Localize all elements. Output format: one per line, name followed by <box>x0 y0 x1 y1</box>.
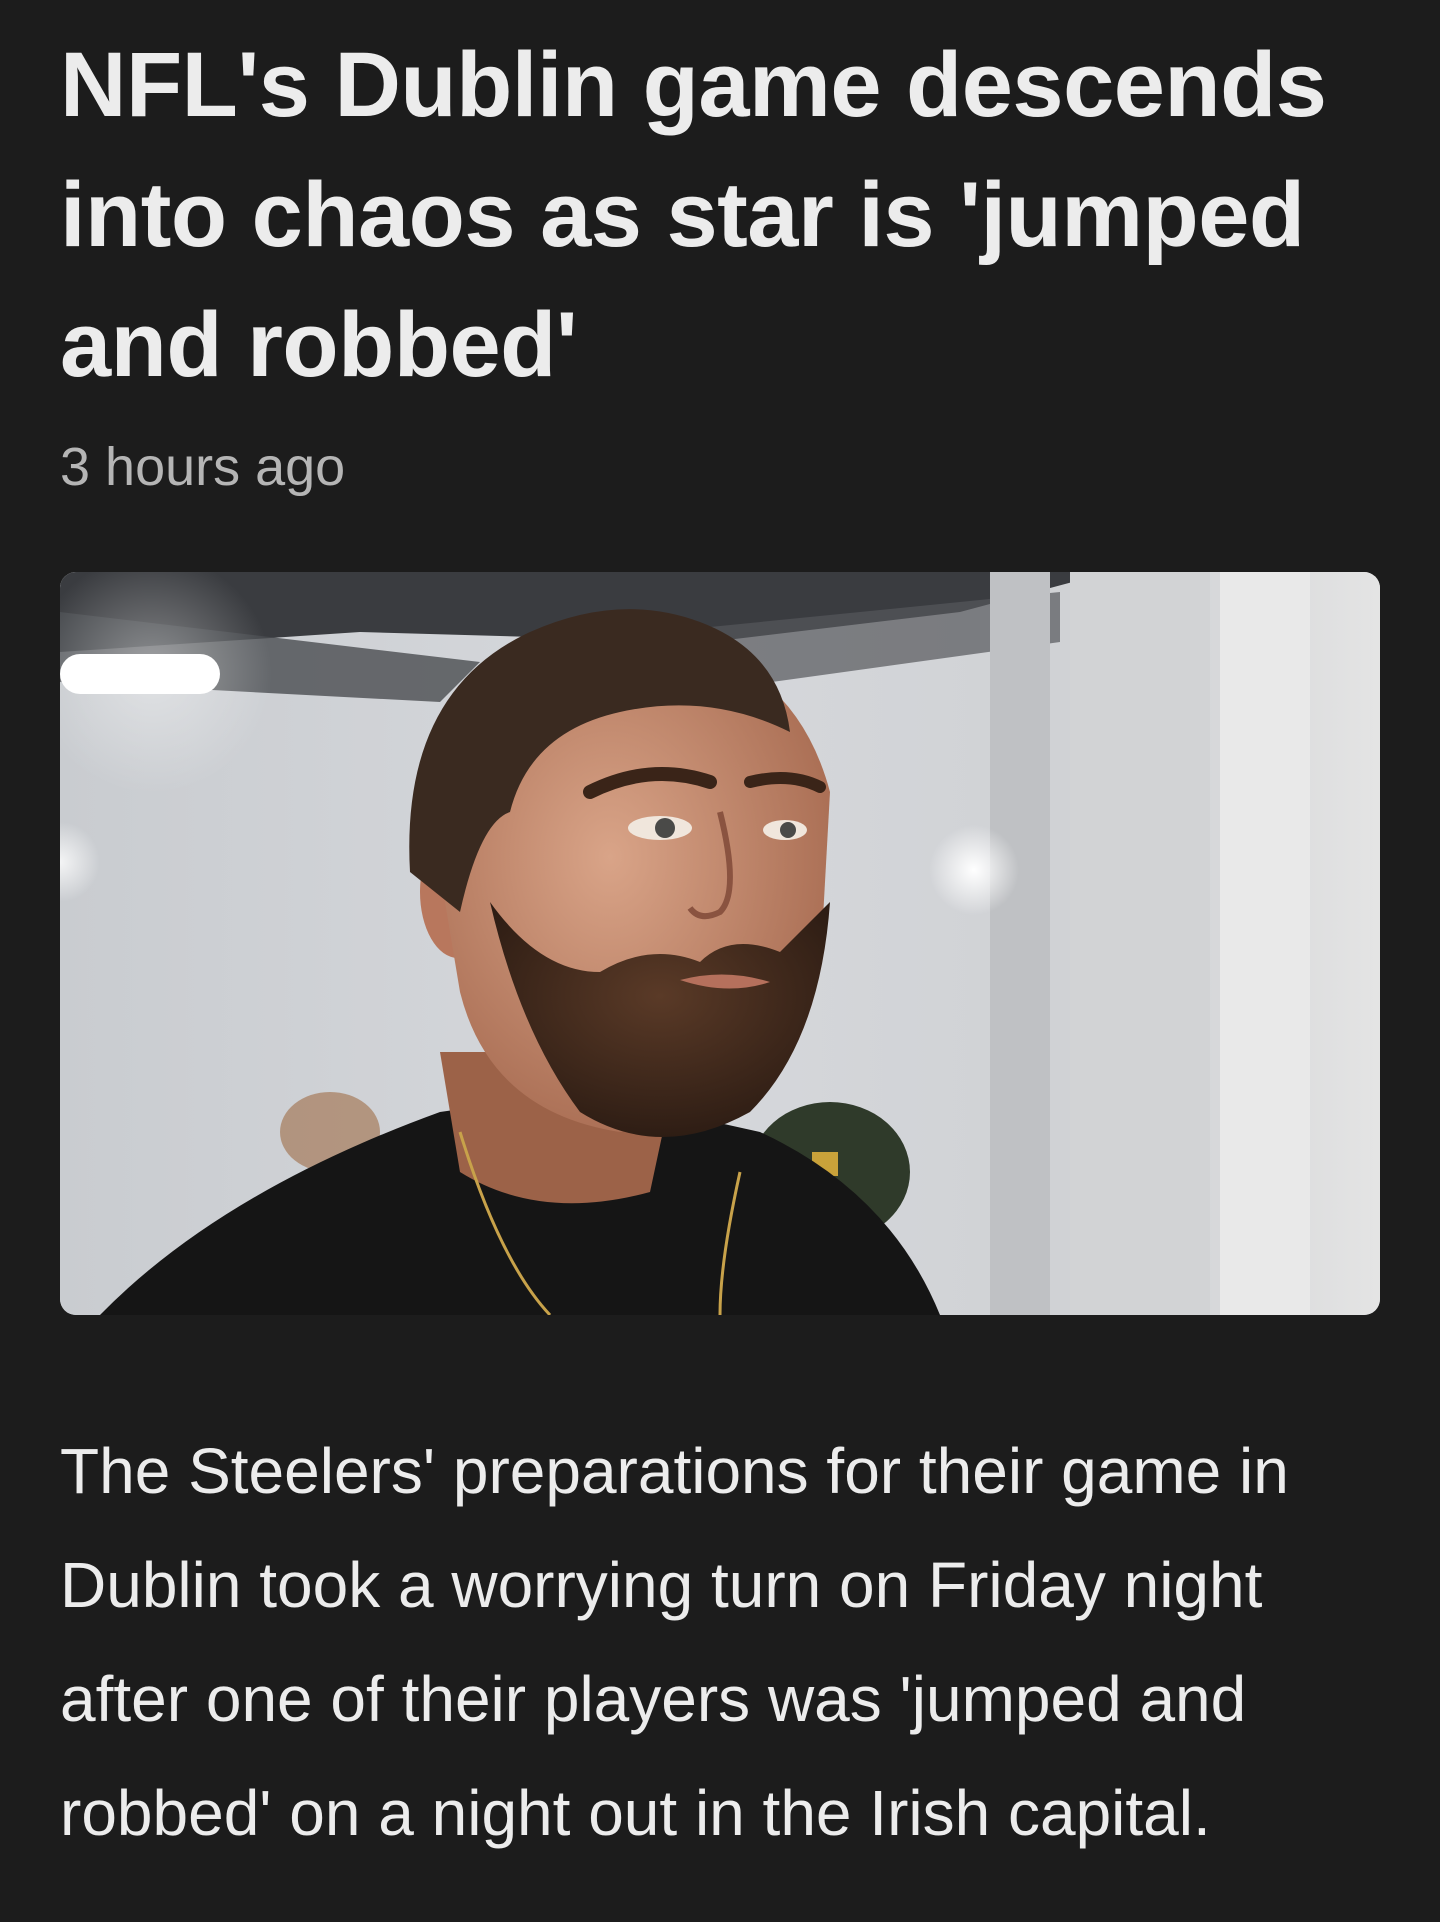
article-hero-image[interactable] <box>60 572 1380 1315</box>
article-headline[interactable]: NFL's Dublin game descends into chaos as… <box>60 20 1380 410</box>
article-timestamp: 3 hours ago <box>60 437 346 497</box>
article-body: The Steelers' preparations for their gam… <box>60 1435 1289 1849</box>
